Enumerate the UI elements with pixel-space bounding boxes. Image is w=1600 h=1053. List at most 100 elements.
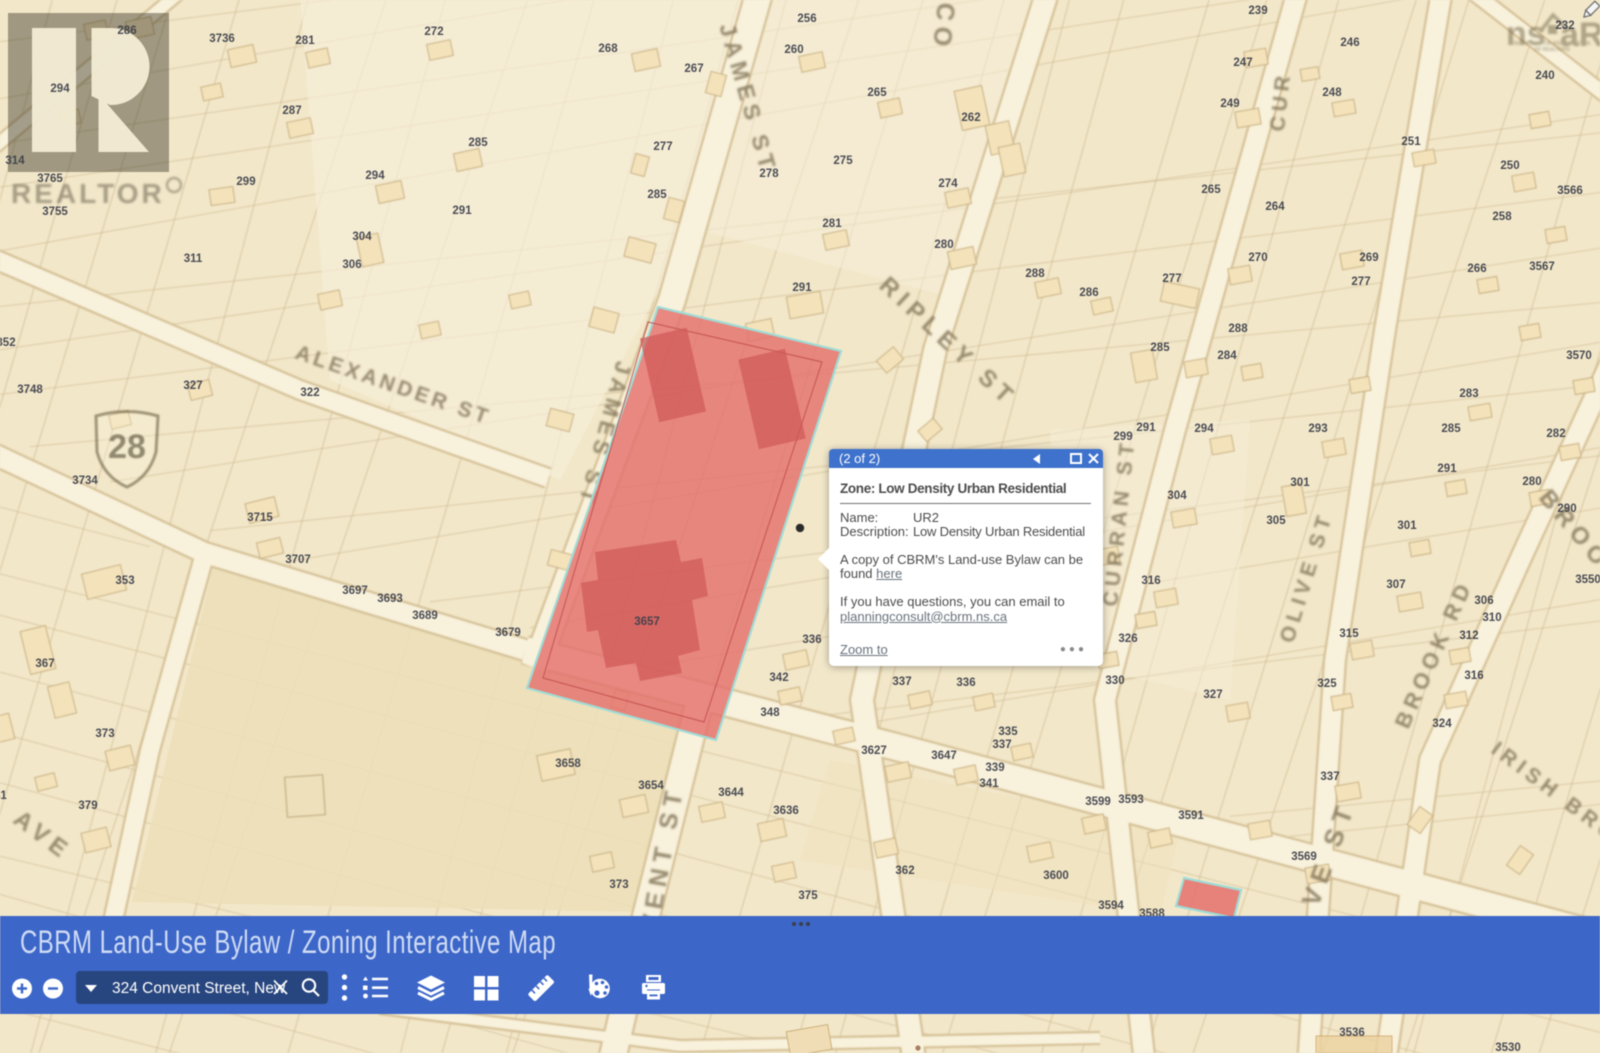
svg-text:267: 267 bbox=[684, 63, 703, 75]
svg-text:290: 290 bbox=[1557, 503, 1576, 515]
svg-text:348: 348 bbox=[760, 707, 780, 719]
svg-text:306: 306 bbox=[342, 259, 361, 271]
svg-text:373: 373 bbox=[95, 728, 114, 740]
svg-text:282: 282 bbox=[1546, 428, 1565, 440]
svg-text:280: 280 bbox=[934, 239, 953, 251]
svg-text:274: 274 bbox=[938, 178, 958, 190]
svg-text:280: 280 bbox=[1522, 476, 1541, 488]
svg-text:285: 285 bbox=[1441, 423, 1461, 435]
svg-text:3570: 3570 bbox=[1566, 350, 1592, 362]
svg-text:310: 310 bbox=[1482, 612, 1501, 624]
svg-text:3594: 3594 bbox=[1098, 900, 1124, 912]
svg-text:264: 264 bbox=[1265, 201, 1285, 213]
svg-text:3530: 3530 bbox=[1495, 1042, 1521, 1053]
svg-text:315: 315 bbox=[1339, 628, 1359, 640]
svg-text:REALTOR: REALTOR bbox=[11, 178, 165, 209]
svg-text:266: 266 bbox=[1467, 263, 1486, 275]
svg-text:316: 316 bbox=[1141, 575, 1160, 587]
svg-text:3636: 3636 bbox=[773, 805, 799, 817]
svg-text:285: 285 bbox=[647, 189, 667, 201]
svg-text:299: 299 bbox=[1113, 431, 1132, 443]
svg-text:286: 286 bbox=[117, 25, 136, 37]
svg-text:281: 281 bbox=[822, 218, 842, 230]
svg-text:3566: 3566 bbox=[1557, 185, 1583, 197]
svg-text:327: 327 bbox=[183, 380, 202, 392]
svg-text:291: 291 bbox=[1136, 422, 1156, 434]
svg-text:3567: 3567 bbox=[1529, 261, 1555, 273]
svg-text:281: 281 bbox=[295, 35, 315, 47]
svg-text:3679: 3679 bbox=[495, 627, 521, 639]
svg-text:240: 240 bbox=[1535, 70, 1554, 82]
svg-text:327: 327 bbox=[1203, 689, 1222, 701]
svg-text:299: 299 bbox=[236, 176, 255, 188]
svg-text:275: 275 bbox=[833, 155, 853, 167]
svg-text:262: 262 bbox=[961, 112, 980, 124]
svg-text:339: 339 bbox=[985, 762, 1004, 774]
svg-text:258: 258 bbox=[1492, 211, 1512, 223]
svg-text:265: 265 bbox=[867, 87, 887, 99]
svg-text:3658: 3658 bbox=[555, 758, 581, 770]
svg-text:322: 322 bbox=[300, 387, 319, 399]
svg-text:277: 277 bbox=[1162, 273, 1181, 285]
svg-text:3657: 3657 bbox=[634, 616, 660, 628]
svg-text:306: 306 bbox=[1474, 595, 1493, 607]
svg-text:285: 285 bbox=[468, 137, 488, 149]
svg-text:301: 301 bbox=[1397, 520, 1417, 532]
svg-text:362: 362 bbox=[895, 865, 914, 877]
svg-text:285: 285 bbox=[1150, 342, 1170, 354]
svg-text:CO: CO bbox=[927, 1, 960, 53]
svg-text:272: 272 bbox=[424, 26, 443, 38]
svg-text:325: 325 bbox=[1317, 678, 1337, 690]
svg-text:337: 337 bbox=[992, 739, 1011, 751]
svg-text:3550: 3550 bbox=[1575, 574, 1600, 586]
svg-text:3627: 3627 bbox=[861, 745, 887, 757]
svg-text:248: 248 bbox=[1322, 87, 1342, 99]
svg-text:304: 304 bbox=[352, 231, 372, 243]
svg-text:375: 375 bbox=[798, 890, 818, 902]
svg-text:291: 291 bbox=[452, 205, 472, 217]
svg-text:247: 247 bbox=[1233, 57, 1252, 69]
svg-text:288: 288 bbox=[1025, 268, 1045, 280]
svg-text:305: 305 bbox=[1266, 515, 1286, 527]
svg-text:326: 326 bbox=[1118, 633, 1137, 645]
svg-text:270: 270 bbox=[1248, 252, 1267, 264]
svg-text:3593: 3593 bbox=[1118, 794, 1144, 806]
svg-text:256: 256 bbox=[797, 13, 816, 25]
svg-text:288: 288 bbox=[1228, 323, 1248, 335]
svg-text:3741: 3741 bbox=[0, 790, 7, 802]
svg-text:3536: 3536 bbox=[1339, 1027, 1365, 1039]
svg-text:278: 278 bbox=[759, 168, 779, 180]
svg-text:3707: 3707 bbox=[285, 554, 311, 566]
svg-text:3654: 3654 bbox=[638, 780, 664, 792]
svg-text:239: 239 bbox=[1248, 5, 1267, 17]
svg-text:3591: 3591 bbox=[1178, 810, 1204, 822]
svg-text:268: 268 bbox=[598, 43, 618, 55]
svg-text:301: 301 bbox=[1290, 477, 1310, 489]
svg-text:283: 283 bbox=[1459, 388, 1478, 400]
svg-text:3600: 3600 bbox=[1043, 870, 1069, 882]
svg-text:OF REALTORS: OF REALTORS bbox=[1534, 47, 1570, 53]
svg-text:367: 367 bbox=[35, 658, 54, 670]
svg-text:3693: 3693 bbox=[377, 593, 403, 605]
svg-text:250: 250 bbox=[1500, 160, 1519, 172]
svg-text:265: 265 bbox=[1201, 184, 1221, 196]
svg-text:287: 287 bbox=[282, 105, 301, 117]
svg-text:277: 277 bbox=[1351, 276, 1370, 288]
svg-text:246: 246 bbox=[1340, 37, 1359, 49]
svg-text:316: 316 bbox=[1464, 670, 1483, 682]
svg-text:335: 335 bbox=[998, 726, 1018, 738]
svg-text:291: 291 bbox=[1437, 463, 1457, 475]
svg-text:3599: 3599 bbox=[1085, 796, 1111, 808]
svg-text:342: 342 bbox=[769, 672, 788, 684]
svg-text:294: 294 bbox=[50, 83, 70, 95]
svg-text:284: 284 bbox=[1217, 350, 1237, 362]
svg-text:3734: 3734 bbox=[72, 475, 98, 487]
svg-text:353: 353 bbox=[115, 575, 134, 587]
svg-text:336: 336 bbox=[956, 677, 975, 689]
svg-text:294: 294 bbox=[365, 170, 385, 182]
svg-text:307: 307 bbox=[1386, 579, 1405, 591]
svg-text:3715: 3715 bbox=[247, 512, 273, 524]
svg-text:3765: 3765 bbox=[37, 173, 63, 185]
svg-text:324 Convent Street, New: 324 Convent Street, New bbox=[112, 980, 286, 997]
svg-text:311: 311 bbox=[184, 253, 203, 265]
